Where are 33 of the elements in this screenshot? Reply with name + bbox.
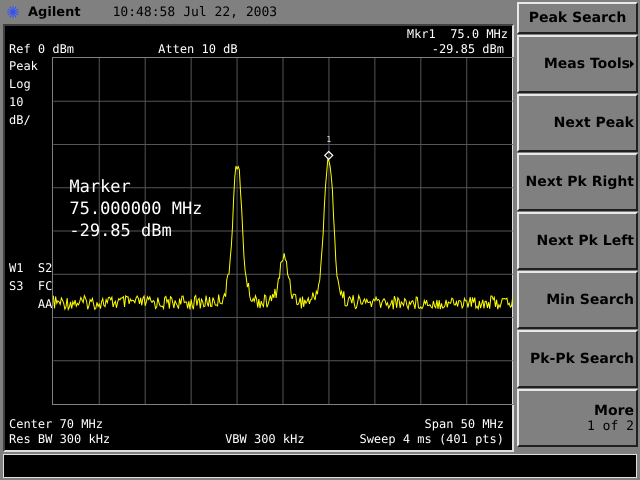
center-frequency: Center 70 MHz [9,417,103,432]
reference-level: Ref 0 dBm [9,42,74,57]
menu-title: Peak Search [517,2,638,34]
marker-amplitude: -29.85 dBm [432,42,504,57]
span-text: Span 50 MHz [424,417,504,432]
status-label: S3 FC [9,278,52,295]
softkey[interactable]: Pk-Pk Search [517,330,638,388]
marker-frequency: Mkr1 75.0 MHz [406,27,508,42]
marker-diamond-icon [324,150,334,160]
softkey[interactable]: Next Pk Left [517,212,638,270]
marker-readout: -29.85 dBm [69,220,173,242]
softkey[interactable]: Next Pk Right [517,153,638,211]
clock-time: 10:48:58 [112,4,176,20]
sweep-text: Sweep 4 ms (401 pts) [359,432,504,447]
scale-label: Peak [9,58,39,75]
video-bandwidth: VBW 300 kHz [225,432,305,447]
softkey[interactable]: Meas Tools [517,35,638,93]
resolution-bandwidth: Res BW 300 kHz [9,432,110,447]
date-text: Jul 22, 2003 [183,4,278,20]
softkey[interactable]: Next Peak [517,94,638,152]
brand-name: Agilent [28,4,81,20]
scale-label: 10 [9,94,24,111]
marker-number: 1 [326,136,332,144]
starburst-logo-icon [6,5,20,19]
marker-readout: 75.000000 MHz [69,198,202,220]
softkey[interactable]: More 1 of 2 [517,389,638,447]
softkey[interactable]: Min Search [517,271,638,329]
attenuation-text: Atten 10 dB [158,42,238,57]
scale-label: dB/ [9,112,32,129]
marker-readout: Marker [69,176,132,198]
status-label: AA [36,296,52,313]
scale-label: Log [9,76,32,93]
status-label: W1 S2 [9,260,52,277]
